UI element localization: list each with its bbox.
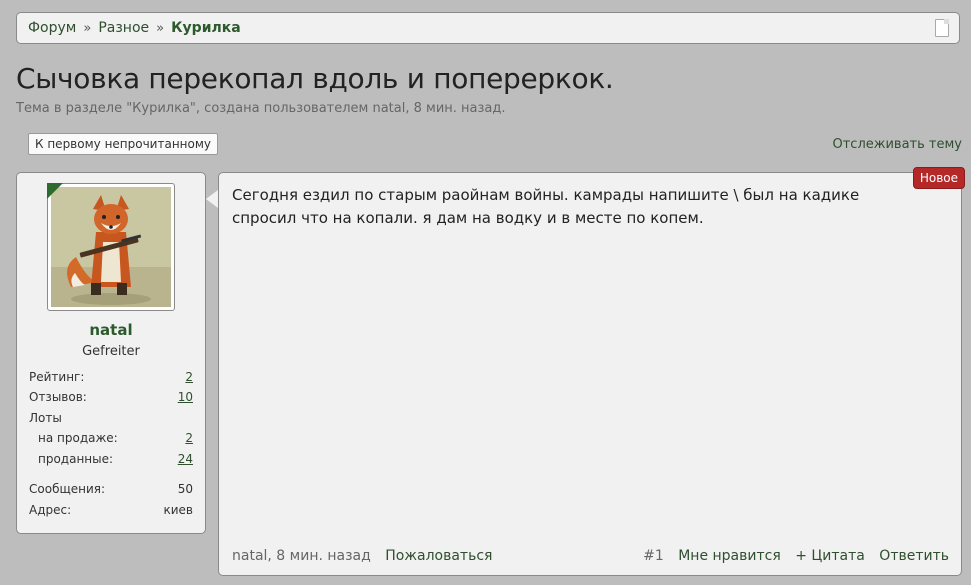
- post-meta[interactable]: natal, 8 мин. назад: [232, 548, 371, 564]
- stat-for-sale-value[interactable]: 2: [185, 431, 193, 445]
- fox-avatar-image: [51, 187, 171, 307]
- message-text: Сегодня ездил по старым раойнам войны. к…: [232, 186, 860, 227]
- first-unread-button[interactable]: К первому непрочитанному: [28, 133, 219, 155]
- breadcrumb-separator: »: [156, 20, 165, 36]
- stat-messages: Сообщения: 50: [29, 482, 193, 496]
- stat-lots-label: Лоты: [29, 411, 62, 425]
- breadcrumb-misc[interactable]: Разное: [98, 20, 149, 36]
- stat-messages-label: Сообщения:: [29, 482, 106, 496]
- stat-for-sale-label: на продаже:: [38, 431, 118, 445]
- stat-lots: Лоты: [29, 411, 193, 425]
- stat-address-value: киев: [163, 503, 193, 517]
- breadcrumb: Форум » Разное » Курилка: [16, 12, 960, 44]
- page-icon[interactable]: [935, 19, 949, 37]
- stat-messages-value: 50: [177, 482, 193, 496]
- user-info-panel: natal Gefreiter Рейтинг: 2 Отзывов: 10 Л…: [16, 172, 206, 534]
- stat-reviews-label: Отзывов:: [29, 390, 87, 404]
- quote-link[interactable]: + Цитата: [795, 548, 865, 564]
- stat-sold-value[interactable]: 24: [178, 452, 193, 466]
- thread-title: Сычовка перекопал вдоль и поперерко​к.: [16, 62, 614, 95]
- username[interactable]: natal: [17, 321, 205, 339]
- stat-rating-value[interactable]: 2: [185, 370, 193, 384]
- reply-link[interactable]: Ответить: [879, 548, 949, 564]
- post-message: Новое Сегодня ездил по старым раойнам во…: [218, 167, 965, 576]
- breadcrumb-forum[interactable]: Форум: [28, 20, 76, 36]
- stat-reviews-value[interactable]: 10: [178, 390, 193, 404]
- stat-for-sale: на продаже: 2: [29, 431, 193, 445]
- thread-subtitle: Тема в разделе "Курилка", создана пользо…: [16, 101, 506, 116]
- stat-address-label: Адрес:: [29, 503, 72, 517]
- breadcrumb-separator: »: [83, 20, 92, 36]
- post-footer: natal, 8 мин. назад Пожаловаться #1 Мне …: [232, 547, 949, 565]
- stat-reviews: Отзывов: 10: [29, 390, 193, 404]
- like-link[interactable]: Мне нравится: [678, 548, 781, 564]
- stat-sold: проданные: 24: [29, 452, 193, 466]
- breadcrumb-current[interactable]: Курилка: [171, 20, 241, 36]
- watch-thread-link[interactable]: Отслеживать тему: [833, 137, 963, 152]
- report-link[interactable]: Пожаловаться: [385, 548, 492, 564]
- stat-sold-label: проданные:: [38, 452, 114, 466]
- user-title: Gefreiter: [82, 344, 140, 359]
- stat-address: Адрес: киев: [29, 503, 193, 517]
- stat-rating-label: Рейтинг:: [29, 370, 85, 384]
- avatar[interactable]: [47, 183, 175, 311]
- message-pointer: [206, 190, 218, 208]
- post-number[interactable]: #1: [643, 548, 664, 564]
- stat-rating: Рейтинг: 2: [29, 370, 193, 384]
- avatar-corner-marker: [47, 183, 63, 199]
